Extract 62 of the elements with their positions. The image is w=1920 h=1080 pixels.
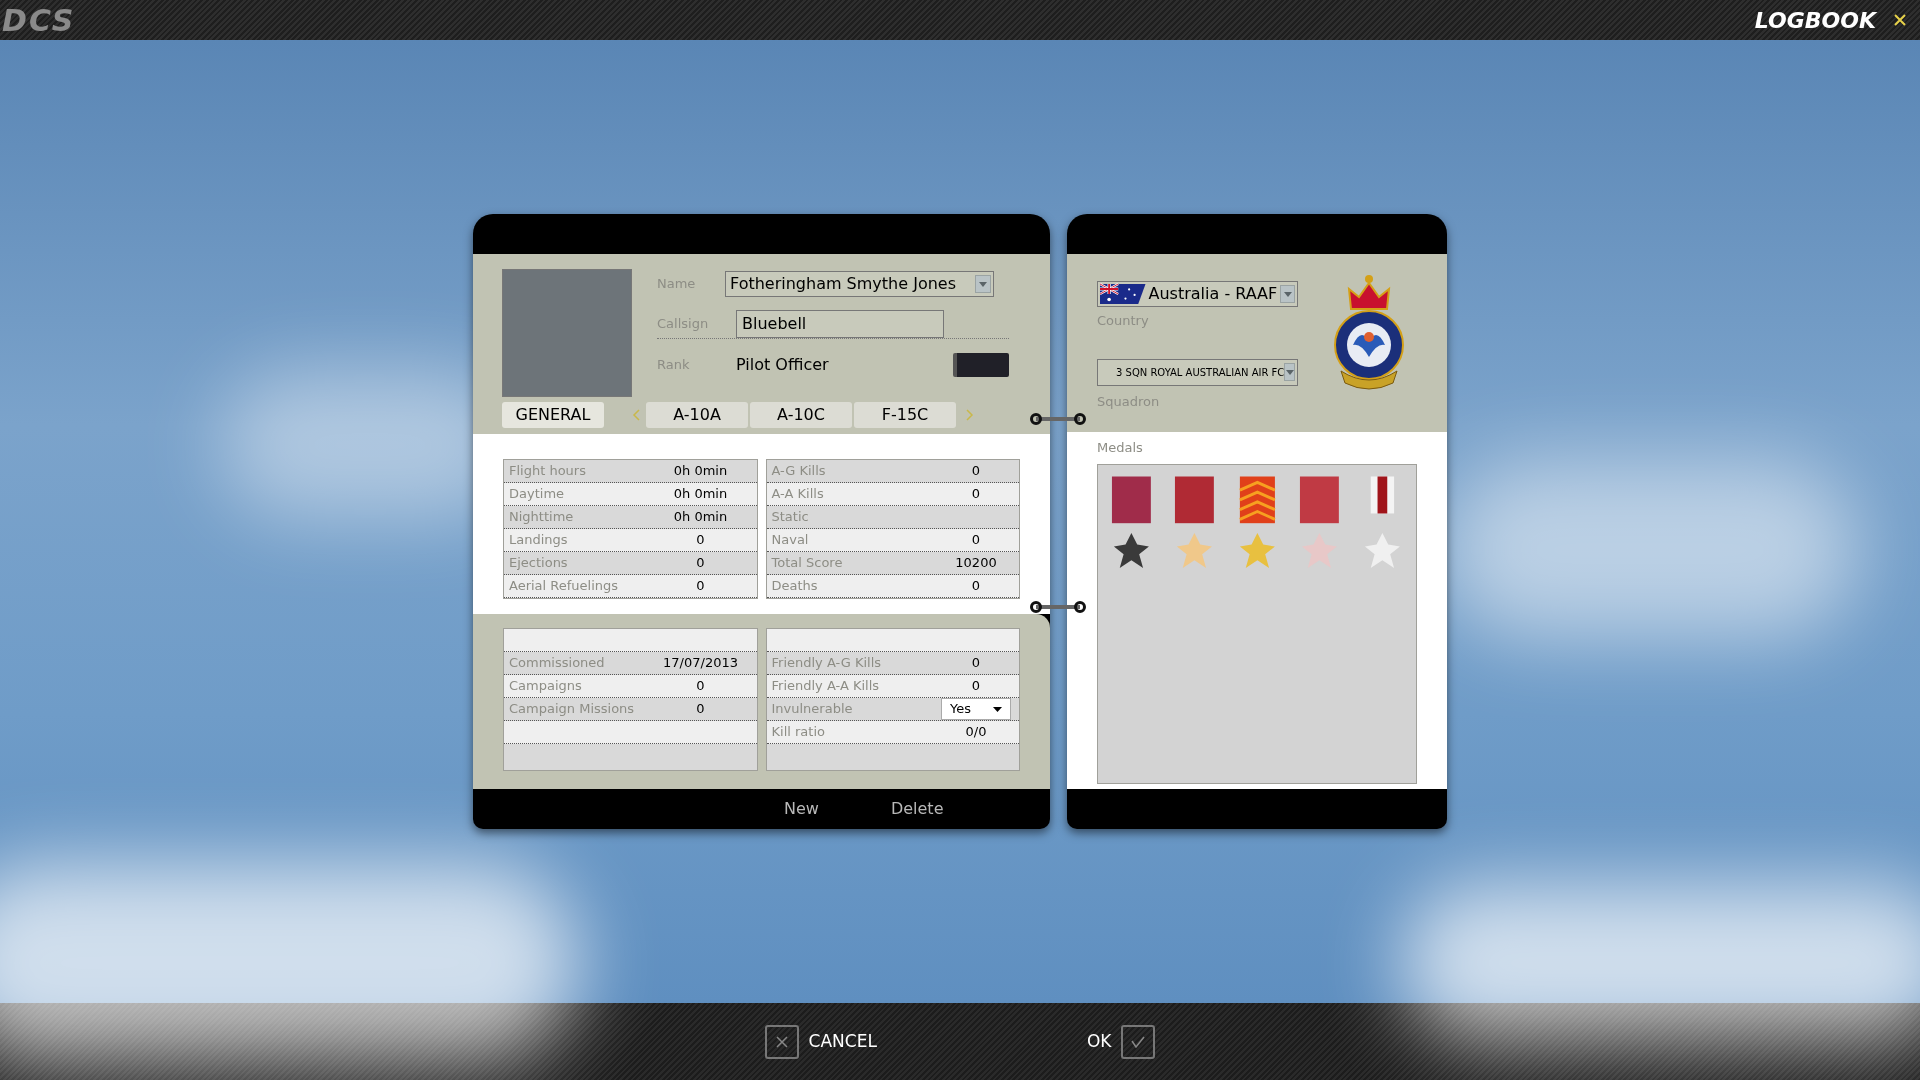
stat-label: Kill ratio [770,723,826,742]
stat-value: 0 [695,531,706,550]
stat-label: Ejections [508,554,569,573]
tab[interactable]: F-15C [854,402,956,428]
stat-value: 0 [695,577,706,596]
stat-label: Landings [508,531,569,550]
dropdown-arrow-icon [993,706,1002,712]
stat-value: 17/07/2013 [662,654,739,673]
stat-value: 0 [970,462,982,481]
stat-value: 0 [970,677,982,696]
squadron-dropdown[interactable]: 3 SQN ROYAL AUSTRALIAN AIR FC [1097,358,1298,386]
stat-label: Invulnerable [770,700,854,719]
binder-ring-icon [1030,600,1086,614]
stat-label: Total Score [770,554,844,573]
stat-label: Nighttime [508,508,575,527]
tab[interactable]: A-10C [750,402,852,428]
stat-label: Campaigns [508,677,583,696]
stat-value: 0h 0min [672,462,729,481]
window-title: LOGBOOK [1754,6,1876,35]
stat-label: Deaths [770,577,819,596]
name-dropdown[interactable]: Fotheringham Smythe Jones [725,271,994,297]
footer-button[interactable]: Delete [884,797,950,821]
stat-label: Static [770,508,810,527]
tab[interactable]: GENERAL [502,402,604,428]
stat-label: Campaign Missions [508,700,636,719]
stat-label: A-G Kills [770,462,827,481]
stat-value: 0/0 [964,723,988,742]
stat-label: A-A Kills [770,485,825,504]
close-icon [764,1024,799,1059]
stat-label: Friendly A-G Kills [770,654,883,673]
flag-icon [1100,283,1146,305]
rank-insignia-icon [953,353,1009,377]
close-icon[interactable] [1894,14,1906,26]
stat-value: 0 [970,485,982,504]
footer-button[interactable]: New [778,797,825,821]
stat-label: Flight hours [508,462,587,481]
check-icon [1121,1024,1156,1059]
stat-label: Commissioned [508,654,606,673]
stat-label: Naval [770,531,810,550]
stat-label: Aerial Refuelings [508,577,620,596]
stat-value: 0 [695,554,706,573]
country-dropdown[interactable]: Australia - RAAF [1097,281,1298,307]
stat-value: 0h 0min [672,508,729,527]
rank-text: Pilot Officer [736,354,829,376]
binder-ring-icon [1030,412,1086,426]
stat-value: 0 [695,700,706,719]
invulnerable-dropdown[interactable]: Yes [941,698,1011,720]
stat-value: 0 [970,577,982,596]
medals-label: Medals [1097,439,1144,457]
stat-value: 0 [970,531,982,550]
callsign-field[interactable]: Bluebell [736,309,944,338]
logo: DCS [2,1,76,40]
stat-label: Daytime [508,485,566,504]
stat-value: 0h 0min [672,485,729,504]
cancel-button[interactable]: CANCEL [764,1024,877,1059]
stat-value: 0 [695,677,706,696]
stat-value: 10200 [954,554,998,573]
ok-button[interactable]: OK [1086,1024,1156,1059]
tab[interactable]: A-10A [646,402,748,428]
country-text: Australia - RAAF [1148,283,1278,305]
stat-value: 0 [970,654,982,673]
stat-label: Friendly A-A Kills [770,677,881,696]
